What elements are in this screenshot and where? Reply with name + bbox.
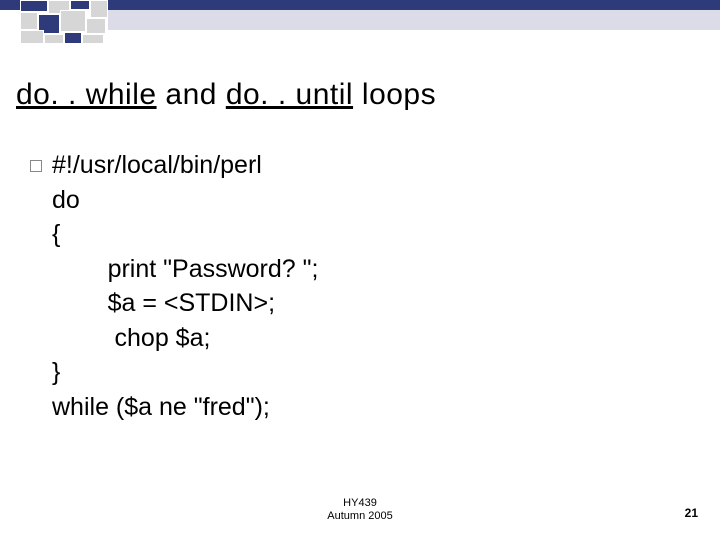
slide-footer: HY439 Autumn 2005 <box>0 497 720 525</box>
code-line: $a = <STDIN>; <box>52 289 275 317</box>
code-line: #!/usr/local/bin/perl <box>52 151 262 179</box>
accent-bar-light <box>108 10 720 30</box>
code-line: do <box>52 186 80 214</box>
code-line: while ($a ne "fred"); <box>52 393 270 421</box>
page-number: 21 <box>685 506 698 520</box>
footer-course: HY439 <box>0 497 720 511</box>
code-line: { <box>52 220 60 248</box>
title-segment-loops: loops <box>353 78 436 111</box>
accent-squares <box>20 0 120 44</box>
slide-title: do. . while and do. . until loops <box>16 78 436 112</box>
title-segment-dowhile: do. . while <box>16 78 157 111</box>
code-example: #!/usr/local/bin/perl do { print "Passwo… <box>52 148 318 424</box>
slide-top-accent <box>0 0 720 44</box>
code-line: chop $a; <box>52 324 210 352</box>
code-line: } <box>52 358 60 386</box>
bullet-icon <box>30 160 42 172</box>
code-line: print "Password? "; <box>52 255 318 283</box>
footer-term: Autumn 2005 <box>0 510 720 524</box>
title-segment-and: and <box>157 78 226 111</box>
title-segment-dountil: do. . until <box>226 78 353 111</box>
